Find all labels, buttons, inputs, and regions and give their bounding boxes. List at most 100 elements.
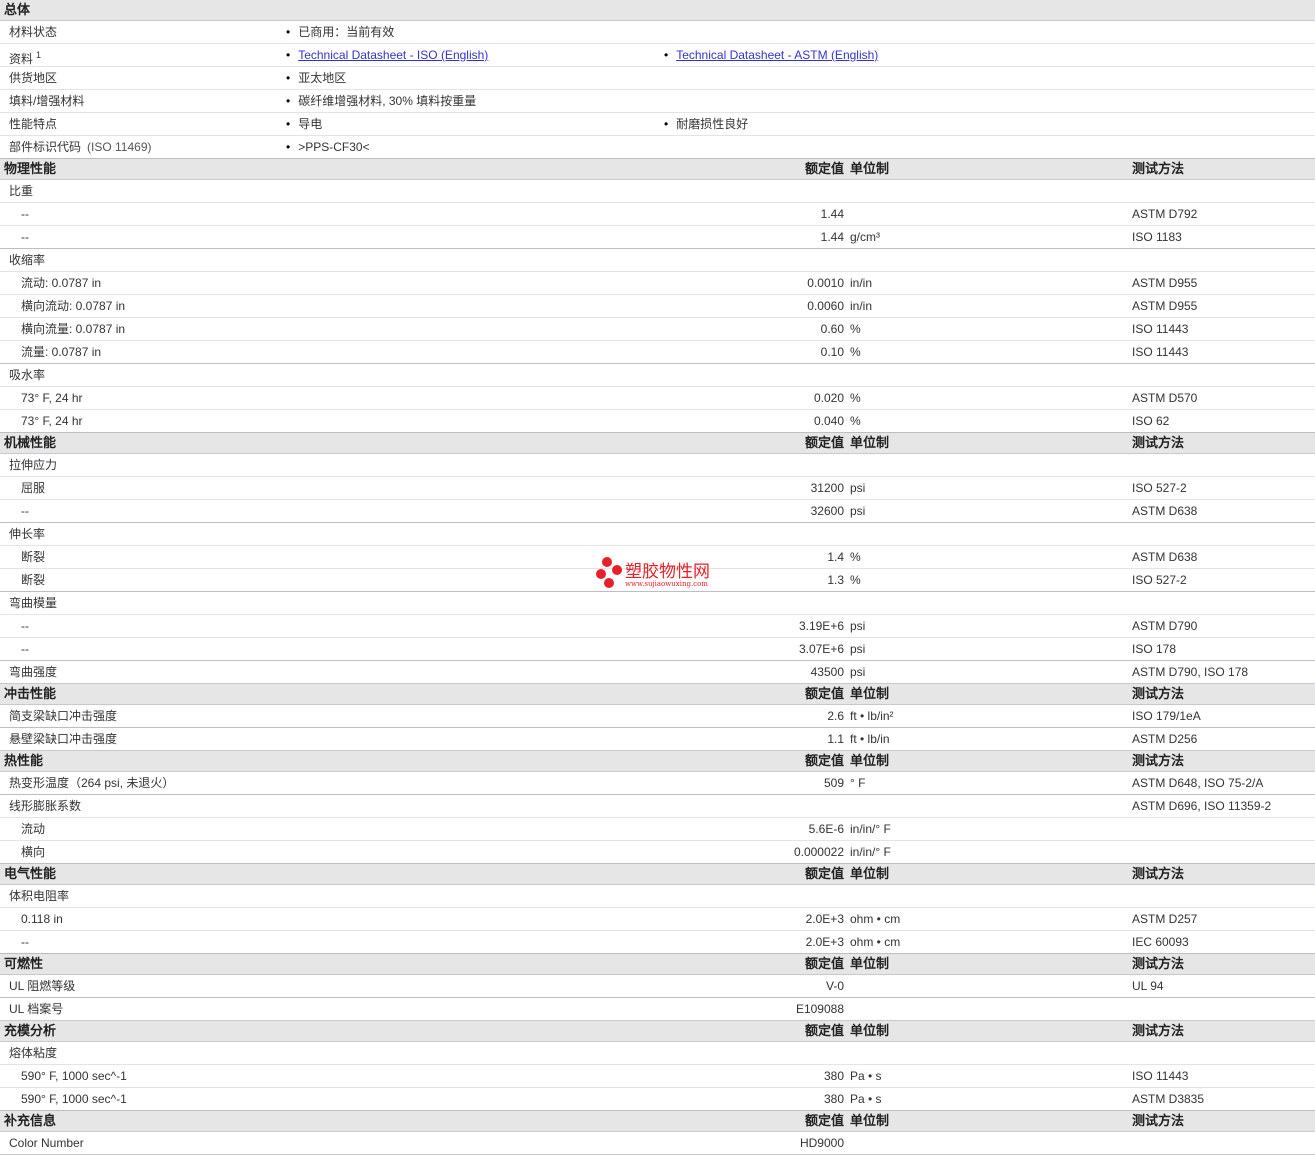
section-header: 冲击性能 额定值 单位制 测试方法	[0, 684, 1315, 705]
info-value: Technical Datasheet - ASTM (English)	[664, 44, 878, 66]
property-label: 收缩率	[9, 253, 46, 267]
property-value: 0.040	[813, 414, 844, 428]
header-value: 额定值	[804, 866, 844, 881]
test-method: ISO 178	[1132, 642, 1177, 656]
property-label: Color Number	[9, 1136, 84, 1150]
property-subrow: 73° F, 24 hr 0.020% ASTM D570	[0, 387, 1315, 410]
property-label: 简支梁缺口冲击强度	[9, 709, 118, 723]
property-value: 43500	[810, 665, 844, 679]
property-value: 0.020	[813, 391, 844, 405]
property-value: 2.6	[827, 709, 844, 723]
section-title: 充模分析	[4, 1023, 57, 1038]
property-row: 热变形温度（264 psi, 未退火） 509 ° F ASTM D648, ISO …	[0, 772, 1315, 795]
condition-label: --	[21, 935, 29, 949]
property-unit: %	[850, 322, 861, 336]
property-row: 弯曲强度 43500 psi ASTM D790, ISO 178	[0, 661, 1315, 684]
header-value: 额定值	[804, 1113, 844, 1128]
info-value: 耐磨损性良好	[664, 113, 748, 135]
property-label: 弯曲强度	[9, 665, 58, 679]
info-value-text: 碳纤维增强材料, 30% 填料按重量	[298, 94, 477, 108]
condition-label: 590° F, 1000 sec^-1	[21, 1092, 127, 1106]
section-header: 物理性能 额定值 单位制 测试方法	[0, 159, 1315, 180]
section-header-general: 总体	[0, 0, 1315, 21]
condition-label: 流动	[21, 822, 46, 836]
footnote-marker: 1	[36, 50, 42, 60]
info-row: 材料状态 已商用：当前有效	[0, 21, 1315, 44]
test-method: ASTM D790	[1132, 619, 1198, 633]
property-value: 2.0E+3	[805, 935, 844, 949]
property-unit: g/cm³	[850, 230, 880, 244]
info-label: 部件标识代码 (ISO 11469)	[9, 136, 152, 158]
header-value: 额定值	[804, 753, 844, 768]
condition-label: 590° F, 1000 sec^-1	[21, 1069, 127, 1083]
info-label: 材料状态	[9, 21, 57, 43]
property-unit: in/in/° F	[850, 822, 891, 836]
condition-label: --	[21, 504, 29, 518]
info-value: >PPS-CF30<	[286, 136, 369, 158]
condition-label: --	[21, 642, 29, 656]
property-subrow: -- 2.0E+3 ohm • cm IEC 60093	[0, 931, 1315, 954]
header-value: 额定值	[804, 435, 844, 450]
info-label-text: 供货地区	[9, 71, 58, 85]
info-row: 供货地区 亚太地区	[0, 67, 1315, 90]
property-label: 熔体粘度	[9, 1046, 58, 1060]
property-value: 1.3	[827, 573, 844, 587]
condition-label: 屈服	[21, 481, 46, 495]
property-unit: in/in/° F	[850, 845, 891, 859]
property-value: 2.0E+3	[805, 912, 844, 926]
property-subrow: 0.118 in 2.0E+3 ohm • cm ASTM D257	[0, 908, 1315, 931]
property-value: 3.07E+6	[798, 642, 844, 656]
property-subrow: 横向流动: 0.0787 in 0.0060 in/in ASTM D955	[0, 295, 1315, 318]
property-subrow: -- 1.44 g/cm³ ISO 1183	[0, 226, 1315, 249]
property-value: 5.6E-6	[808, 822, 844, 836]
section-title: 冲击性能	[4, 686, 57, 701]
property-value: 0.60	[820, 322, 844, 336]
section-title: 补充信息	[4, 1113, 57, 1128]
test-method: ISO 527-2	[1132, 481, 1187, 495]
test-method: UL 94	[1132, 979, 1164, 993]
property-row: 悬壁梁缺口冲击强度 1.1 ft • lb/in ASTM D256	[0, 728, 1315, 751]
section-title: 总体	[4, 2, 31, 17]
property-value: V-0	[825, 979, 844, 993]
section-header: 补充信息 额定值 单位制 测试方法	[0, 1111, 1315, 1132]
test-method: ASTM D955	[1132, 299, 1198, 313]
property-label: 伸长率	[9, 527, 46, 541]
property-subrow: 流量: 0.0787 in 0.10% ISO 11443	[0, 341, 1315, 364]
property-unit: ohm • cm	[850, 935, 901, 949]
header-method: 测试方法	[1132, 686, 1185, 701]
info-value: Technical Datasheet - ISO (English)	[286, 44, 488, 66]
property-label: UL 档案号	[9, 1002, 64, 1016]
property-unit: psi	[850, 665, 866, 679]
property-value: 1.44	[820, 230, 844, 244]
property-value: 1.4	[827, 550, 844, 564]
header-method: 测试方法	[1132, 435, 1185, 450]
property-value: HD9000	[799, 1136, 844, 1150]
property-unit: in/in	[850, 299, 873, 313]
property-value: 380	[823, 1092, 844, 1106]
datasheet-link[interactable]: Technical Datasheet - ISO (English)	[298, 48, 488, 62]
test-method: ASTM D696, ISO 11359-2	[1132, 799, 1272, 813]
test-method: ASTM D648, ISO 75-2/A	[1132, 776, 1264, 790]
property-unit: ft • lb/in	[850, 732, 890, 746]
property-label: 悬壁梁缺口冲击强度	[9, 732, 118, 746]
header-unit: 单位制	[850, 435, 890, 450]
property-unit: ohm • cm	[850, 912, 901, 926]
property-unit: %	[850, 550, 861, 564]
header-method: 测试方法	[1132, 866, 1185, 881]
section-title: 物理性能	[4, 161, 57, 176]
test-method: ASTM D792	[1132, 207, 1198, 221]
header-value: 额定值	[804, 1023, 844, 1038]
property-value: 3.19E+6	[798, 619, 844, 633]
section-header: 电气性能 额定值 单位制 测试方法	[0, 864, 1315, 885]
header-method: 测试方法	[1132, 1113, 1185, 1128]
property-unit: %	[850, 414, 861, 428]
info-label-text: 性能特点	[9, 117, 58, 131]
datasheet-link[interactable]: Technical Datasheet - ASTM (English)	[676, 48, 878, 62]
property-unit: ft • lb/in²	[850, 709, 894, 723]
info-row: 性能特点 导电 耐磨损性良好	[0, 113, 1315, 136]
property-subrow: 73° F, 24 hr 0.040% ISO 62	[0, 410, 1315, 433]
condition-label: 横向流量: 0.0787 in	[21, 322, 126, 336]
condition-label: 73° F, 24 hr	[21, 414, 83, 428]
section-header: 热性能 额定值 单位制 测试方法	[0, 751, 1315, 772]
property-subrow: -- 3.19E+6 psi ASTM D790	[0, 615, 1315, 638]
